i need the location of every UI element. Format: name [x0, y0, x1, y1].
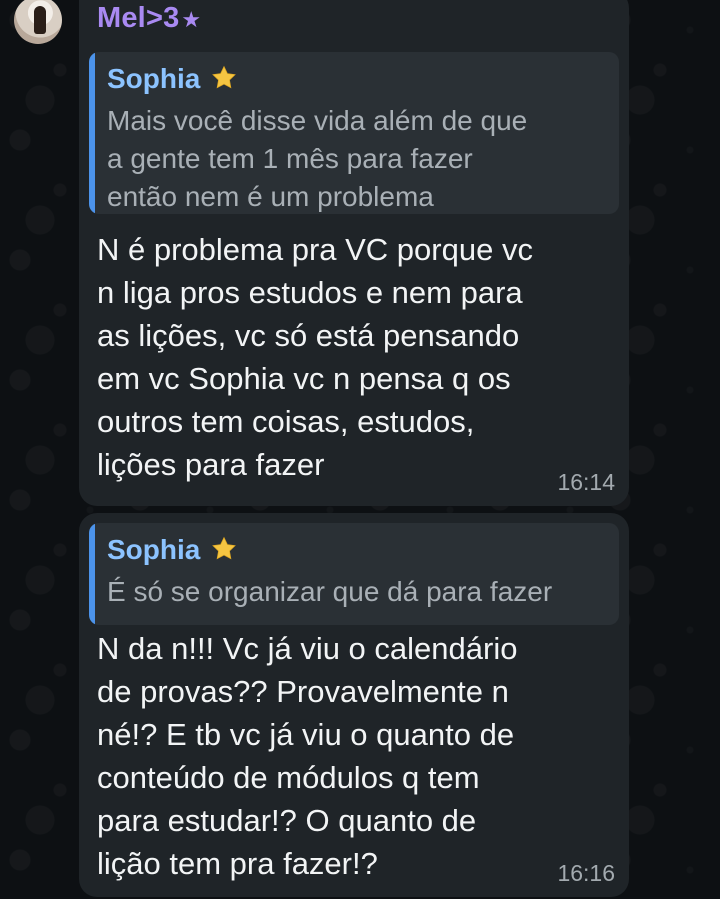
message-text: N é problema pra VC porque vc n liga pro…	[97, 232, 533, 482]
reply-preview[interactable]: Sophia É só se organizar que dá para faz…	[89, 523, 619, 625]
message-time: 16:16	[557, 860, 615, 886]
star-icon	[212, 536, 236, 560]
sender-name[interactable]: Mel>3★	[97, 2, 201, 35]
reply-author-text: Sophia	[107, 534, 201, 565]
star-icon	[212, 65, 236, 89]
sender-star-icon: ★	[181, 7, 202, 32]
message-bubble[interactable]: Mel>3★ Sophia Mais você disse vida além …	[79, 0, 629, 506]
message-bubble[interactable]: Sophia É só se organizar que dá para faz…	[79, 513, 629, 897]
message-text: N da n!!! Vc já viu o calendário de prov…	[97, 631, 518, 881]
reply-preview[interactable]: Sophia Mais você disse vida além de que …	[89, 52, 619, 214]
reply-text: É só se organizar que dá para fazer	[107, 576, 553, 607]
sender-name-text: Mel>3	[97, 2, 180, 34]
reply-text: Mais você disse vida além de que a gente…	[107, 105, 528, 212]
message-time: 16:14	[557, 469, 615, 495]
reply-author-text: Sophia	[107, 63, 201, 94]
reply-author: Sophia	[107, 533, 619, 567]
reply-author: Sophia	[107, 62, 619, 96]
